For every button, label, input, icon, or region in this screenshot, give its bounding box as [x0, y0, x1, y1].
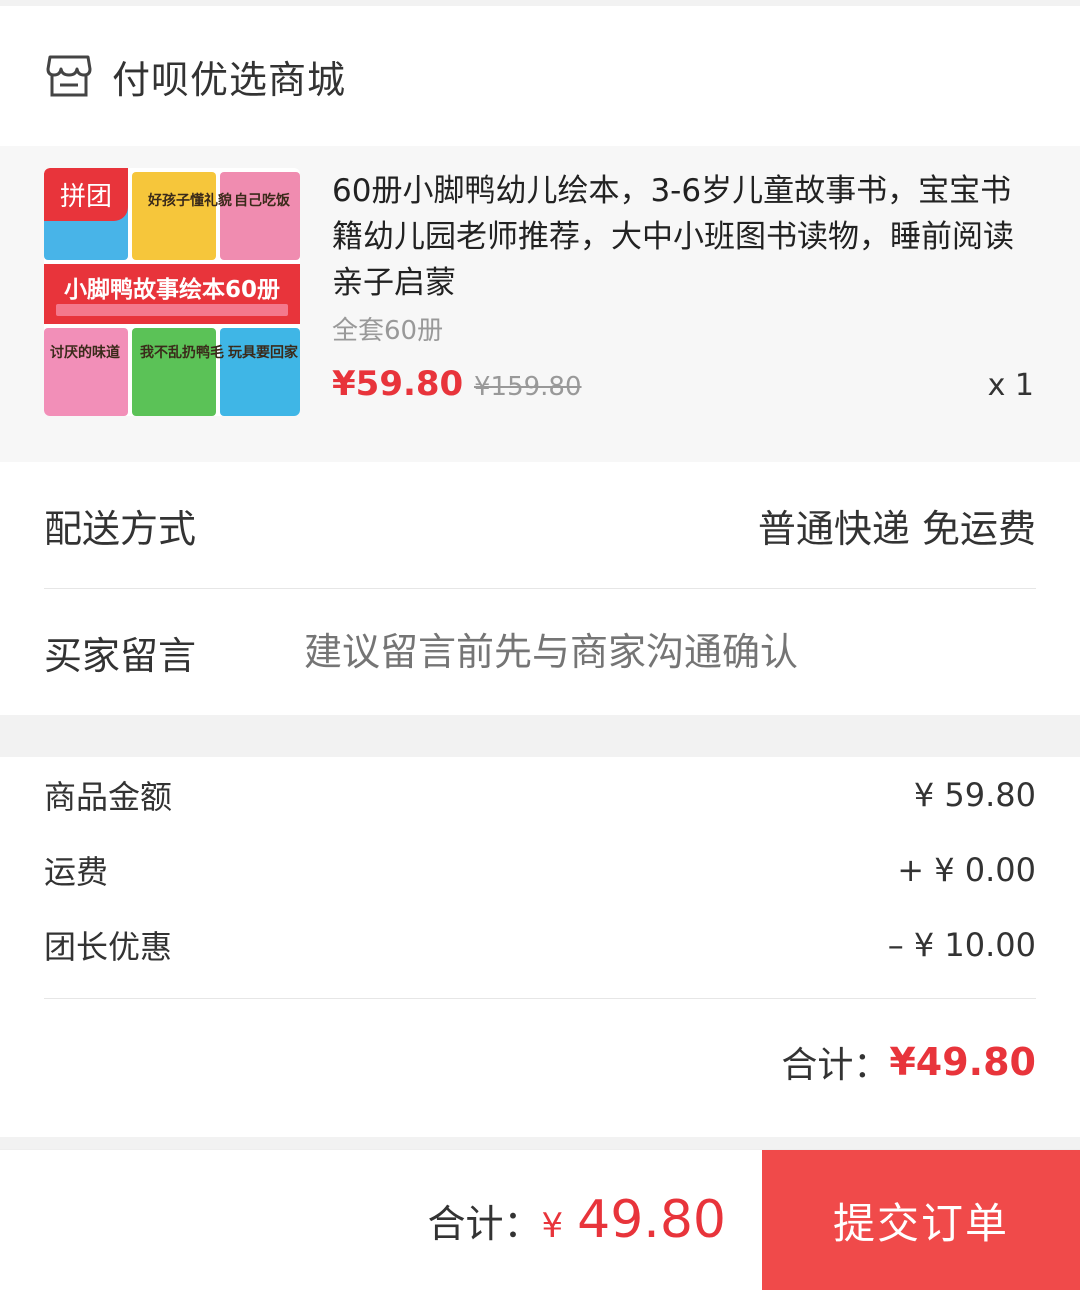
book-title: 好孩子懂礼貌 [148, 193, 232, 209]
leader-discount-label: 团长优惠 [44, 927, 173, 966]
checkout-total-value: 49.80 [577, 1190, 726, 1250]
delivery-label: 配送方式 [44, 506, 197, 551]
buyer-message-label: 买家留言 [44, 633, 197, 678]
book-title: 讨厌的味道 [50, 345, 120, 361]
summary-total-row: 合计： ¥49.80 [44, 999, 1036, 1125]
checkout-currency: ¥ [541, 1206, 564, 1246]
book-title: 自己吃饭 [234, 193, 290, 209]
book-title: 我不乱扔鸭毛 [140, 345, 224, 361]
checkout-bar: 合计： ¥ 49.80 提交订单 [0, 1149, 1080, 1290]
buyer-message-row: 买家留言 [44, 589, 1036, 715]
summary-row-subtotal: 商品金额 ¥ 59.80 [44, 757, 1036, 832]
store-icon [46, 55, 92, 97]
checkout-total-label: 合计： [427, 1202, 542, 1246]
shop-header[interactable]: 付呗优选商城 [0, 6, 1080, 146]
summary-row-discount: 团长优惠 – ¥ 10.00 [44, 907, 1036, 982]
shop-name: 付呗优选商城 [112, 57, 347, 102]
shipping-fee-label: 运费 [44, 852, 109, 891]
delivery-value: 普通快递 免运费 [757, 506, 1036, 551]
shipping-fee-value: + ¥ 0.00 [897, 850, 1036, 889]
subtotal-value: ¥ 59.80 [913, 775, 1036, 814]
product-card[interactable]: 拼团 好孩子懂礼貌 自己吃饭 小脚鸭故事绘本60册 讨厌的味道 我不乱扔鸭毛 玩… [0, 146, 1080, 462]
checkout-total: 合计： ¥ 49.80 [0, 1190, 762, 1250]
section-gap [0, 715, 1080, 743]
submit-order-button[interactable]: 提交订单 [762, 1150, 1080, 1290]
product-image[interactable]: 拼团 好孩子懂礼貌 自己吃饭 小脚鸭故事绘本60册 讨厌的味道 我不乱扔鸭毛 玩… [44, 168, 300, 416]
product-original-price: ¥159.80 [474, 372, 582, 402]
order-options: 配送方式 普通快递 免运费 买家留言 [0, 462, 1080, 715]
product-title[interactable]: 60册小脚鸭幼儿绘本，3-6岁儿童故事书，宝宝书籍幼儿园老师推荐，大中小班图书读… [332, 168, 1032, 306]
book-title: 玩具要回家 [228, 345, 298, 361]
summary-row-shipping: 运费 + ¥ 0.00 [44, 832, 1036, 907]
price-summary: 商品金额 ¥ 59.80 运费 + ¥ 0.00 团长优惠 – ¥ 10.00 … [0, 757, 1080, 1137]
summary-total-value: ¥49.80 [889, 1040, 1036, 1084]
product-price: ¥59.80 [332, 364, 464, 404]
book-cover [132, 172, 216, 260]
book-cover [220, 172, 300, 260]
summary-total-label: 合计： [781, 1045, 890, 1086]
group-buy-badge: 拼团 [44, 168, 129, 221]
subtotal-label: 商品金额 [44, 777, 173, 816]
buyer-message-input[interactable] [302, 629, 927, 675]
product-quantity: x 1 [987, 368, 1034, 403]
cover-banner-subtext [56, 304, 288, 316]
product-spec: 全套60册 [332, 316, 444, 346]
leader-discount-value: – ¥ 10.00 [887, 925, 1036, 964]
delivery-row[interactable]: 配送方式 普通快递 免运费 [44, 462, 1036, 589]
cover-banner-text: 小脚鸭故事绘本60册 [63, 277, 280, 303]
